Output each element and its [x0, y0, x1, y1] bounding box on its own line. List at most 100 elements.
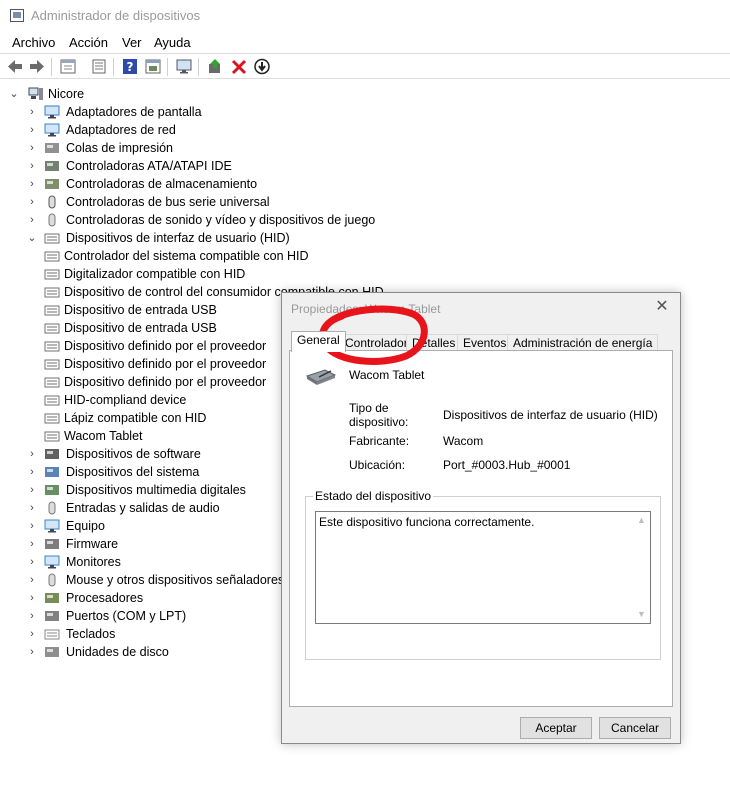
- tree-item-label: Controladoras de almacenamiento: [66, 177, 258, 191]
- chevron-right-icon[interactable]: ›: [26, 610, 38, 622]
- hid-device-icon: [44, 287, 60, 298]
- cancel-button[interactable]: Cancelar: [599, 717, 671, 739]
- properties-view-icon[interactable]: [59, 58, 77, 75]
- tree-item-label: Controladoras de sonido y vídeo y dispos…: [66, 213, 376, 227]
- scroll-up-icon[interactable]: ▲: [633, 512, 650, 529]
- chevron-right-icon[interactable]: ›: [26, 106, 38, 118]
- tree-item-label: Procesadores: [66, 591, 144, 605]
- monitor-icon[interactable]: [175, 58, 193, 75]
- menu-archivo[interactable]: Archivo: [12, 35, 55, 50]
- ok-button[interactable]: Aceptar: [520, 717, 592, 739]
- prop-tipo-value: Dispositivos de interfaz de usuario (HID…: [443, 408, 658, 422]
- tree-category-item[interactable]: ⌄ Dispositivos de interfaz de usuario (HI…: [26, 230, 446, 248]
- audio-io-icon: [48, 501, 56, 515]
- chevron-right-icon[interactable]: ›: [26, 466, 38, 478]
- hid-device-icon: [44, 323, 60, 334]
- tree-item-label: Adaptadores de pantalla: [66, 105, 202, 119]
- device-manager-icon: [10, 9, 24, 22]
- chevron-right-icon[interactable]: ›: [26, 142, 38, 154]
- uninstall-icon[interactable]: [230, 58, 248, 75]
- tab-eventos[interactable]: Eventos: [457, 334, 513, 351]
- prop-tipo-key: Tipo de dispositivo:: [349, 401, 409, 429]
- menu-bar: Archivo Acción Ver Ayuda: [0, 32, 730, 52]
- status-legend: Estado del dispositivo: [313, 489, 434, 503]
- tab-administracion-energia[interactable]: Administración de energía: [507, 334, 659, 351]
- menu-ver[interactable]: Ver: [122, 35, 142, 50]
- tree-category-item[interactable]: › Controladoras de sonido y vídeo y dispo…: [26, 212, 446, 230]
- tree-device-item[interactable]: Digitalizador compatible con HID: [44, 266, 464, 284]
- download-icon[interactable]: [253, 58, 271, 75]
- tree-category-item[interactable]: › Controladoras de almacenamiento: [26, 176, 446, 194]
- tree-category-item[interactable]: › Adaptadores de red: [26, 122, 446, 140]
- tree-category-item[interactable]: › Controladoras de bus serie universal: [26, 194, 446, 212]
- tab-general[interactable]: General: [291, 331, 346, 352]
- tree-item-label: Equipo: [66, 519, 105, 533]
- tree-category-item[interactable]: › Colas de impresión: [26, 140, 446, 158]
- monitor-icon: [44, 555, 60, 569]
- close-icon[interactable]: ✕: [654, 299, 670, 315]
- toolbar-separator: [198, 58, 199, 76]
- scroll-down-icon[interactable]: ▼: [633, 606, 650, 623]
- tree-item-label: Dispositivos de software: [66, 447, 201, 461]
- chevron-right-icon[interactable]: ›: [26, 448, 38, 460]
- menu-ayuda[interactable]: Ayuda: [154, 35, 191, 50]
- tree-root[interactable]: ⌄ Nicore: [8, 86, 208, 104]
- prop-ubicacion-key: Ubicación:: [349, 458, 406, 472]
- chevron-right-icon[interactable]: ›: [26, 502, 38, 514]
- toolbar: ?: [0, 53, 730, 79]
- chevron-right-icon[interactable]: ›: [26, 646, 38, 658]
- tree-item-label: Unidades de disco: [66, 645, 169, 659]
- processor-icon: [45, 593, 59, 603]
- update-driver-icon[interactable]: [206, 58, 224, 75]
- view-icon[interactable]: [144, 58, 162, 75]
- tree-item-label: Lápiz compatible con HID: [64, 411, 207, 425]
- chevron-right-icon[interactable]: ›: [26, 214, 38, 226]
- tree-category-item[interactable]: › Controladoras ATA/ATAPI IDE: [26, 158, 446, 176]
- chevron-right-icon[interactable]: ›: [26, 538, 38, 550]
- tree-item-label: Dispositivo de entrada USB: [64, 321, 217, 335]
- ide-controller-icon: [45, 161, 59, 171]
- multimedia-icon: [45, 485, 59, 495]
- chevron-right-icon[interactable]: ›: [26, 196, 38, 208]
- sound-icon: [48, 213, 56, 227]
- tree-category-item[interactable]: › Adaptadores de pantalla: [26, 104, 446, 122]
- chevron-right-icon[interactable]: ›: [26, 484, 38, 496]
- chevron-right-icon[interactable]: ›: [26, 592, 38, 604]
- status-textbox[interactable]: Este dispositivo funciona correctamente.…: [315, 511, 651, 624]
- chevron-down-icon[interactable]: ⌄: [26, 232, 38, 244]
- system-device-icon: [45, 467, 59, 477]
- prop-tipo-label: Tipo de dispositivo:: [349, 401, 429, 429]
- list-icon[interactable]: [90, 58, 108, 75]
- firmware-icon: [45, 539, 59, 549]
- hid-device-icon: [44, 251, 60, 262]
- svg-text:?: ?: [127, 60, 134, 74]
- tab-controlador[interactable]: Controlador: [339, 334, 414, 351]
- prop-fabricante-value: Wacom: [443, 434, 484, 448]
- disk-drive-icon: [45, 647, 59, 657]
- computer-icon: [44, 519, 60, 533]
- mouse-icon: [48, 573, 56, 587]
- chevron-right-icon[interactable]: ›: [26, 574, 38, 586]
- chevron-right-icon[interactable]: ›: [26, 628, 38, 640]
- back-icon[interactable]: [6, 58, 24, 75]
- device-name: Wacom Tablet: [349, 368, 425, 382]
- forward-icon[interactable]: [28, 58, 46, 75]
- chevron-right-icon[interactable]: ›: [26, 124, 38, 136]
- hid-icon: [44, 233, 60, 244]
- toolbar-separator: [51, 58, 52, 76]
- status-scrollbar[interactable]: ▲ ▼: [633, 512, 650, 623]
- tree-item-label: Digitalizador compatible con HID: [64, 267, 246, 281]
- tree-device-item[interactable]: Controlador del sistema compatible con H…: [44, 248, 464, 266]
- keyboard-icon: [44, 629, 60, 640]
- chevron-right-icon[interactable]: ›: [26, 178, 38, 190]
- chevron-right-icon[interactable]: ›: [26, 160, 38, 172]
- tab-detalles[interactable]: Detalles: [406, 334, 462, 351]
- chevron-right-icon[interactable]: ›: [26, 556, 38, 568]
- chevron-down-icon[interactable]: ⌄: [8, 88, 20, 100]
- chevron-right-icon[interactable]: ›: [26, 520, 38, 532]
- device-status-group: Estado del dispositivo Este dispositivo …: [305, 489, 661, 660]
- help-icon[interactable]: ?: [121, 58, 139, 75]
- hid-device-icon: [44, 395, 60, 406]
- title-bar: Administrador de dispositivos: [0, 0, 730, 32]
- menu-accion[interactable]: Acción: [69, 35, 108, 50]
